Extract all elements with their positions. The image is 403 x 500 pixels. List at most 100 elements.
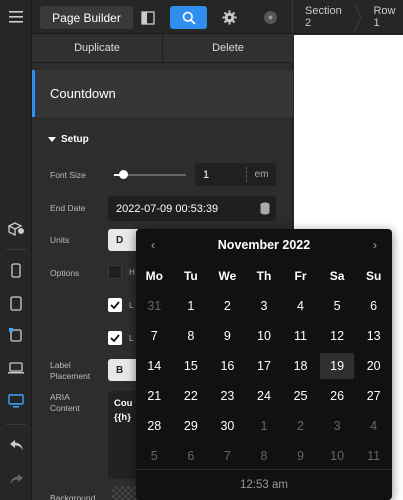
calendar-day-number: 7 [150,329,158,343]
calendar-day-number: 6 [370,299,378,313]
calendar-day[interactable]: 5 [136,441,173,471]
units-label: Units [50,235,70,245]
calendar-day[interactable]: 1 [173,291,210,321]
breadcrumb-row[interactable]: Row 1 [361,0,403,34]
calendar-day[interactable]: 18 [282,351,319,381]
calendar-day[interactable]: 28 [136,411,173,441]
calendar-day[interactable]: 25 [282,381,319,411]
calendar-day[interactable]: 11 [282,321,319,351]
calendar-day[interactable]: 29 [173,411,210,441]
next-month-icon[interactable]: › [368,238,382,252]
calendar-day[interactable]: 3 [246,291,283,321]
search-button[interactable] [170,6,207,29]
font-size-input[interactable]: 1 em [195,163,276,186]
calendar-day[interactable]: 11 [355,441,392,471]
calendar-day-number: 13 [366,329,381,343]
aria-content-textarea[interactable]: Cou {{h} [108,391,138,479]
weekday-label: Th [256,269,272,283]
calendar-day-number: 8 [260,449,268,463]
calendar-day[interactable]: 30 [209,411,246,441]
calendar-day-number: 4 [297,299,304,313]
calendar-day[interactable]: 20 [355,351,392,381]
calendar-day[interactable]: 10 [246,321,283,351]
font-size-slider[interactable] [114,170,186,179]
options-label: Options [50,268,80,278]
units-option-selected[interactable]: D [108,229,138,251]
tablet-rotate-icon[interactable] [0,322,32,348]
label-placement-label: Label Placement [50,360,91,381]
delete-button[interactable]: Delete [162,34,293,62]
plugin-icon[interactable] [258,6,282,29]
background-color-swatch[interactable] [112,486,136,500]
calendar-day[interactable]: 5 [319,291,356,321]
calendar-day[interactable]: 22 [173,381,210,411]
end-date-input[interactable]: 2022-07-09 00:53:39 [108,196,276,221]
calendar-day[interactable]: 2 [209,291,246,321]
calendar-day-number: 21 [147,389,162,403]
breadcrumb-chevron-icon [354,3,362,31]
shapes-add-icon[interactable] [0,215,32,241]
calendar-day[interactable]: 16 [209,351,246,381]
aria-content-line-1: Cou [114,398,133,409]
calendar-week: 31 1 2 3 4 5 6 [136,291,392,321]
calendar-day[interactable]: 8 [173,321,210,351]
menu-icon[interactable] [0,4,32,30]
database-icon[interactable] [260,202,270,215]
label-placement-option-selected[interactable]: B [108,359,138,381]
duplicate-button[interactable]: Duplicate [32,34,162,62]
tablet-icon[interactable] [0,290,32,316]
calendar-day[interactable]: 17 [246,351,283,381]
calendar-day[interactable]: 31 [136,291,173,321]
page-builder-button[interactable]: Page Builder [40,6,133,29]
option-checkbox-1[interactable] [108,265,122,279]
undo-icon[interactable] [0,432,32,458]
calendar-day-number: 19 [320,353,355,379]
calendar-day[interactable]: 14 [136,351,173,381]
calendar-day-number: 10 [257,329,271,343]
calendar-day[interactable]: 6 [173,441,210,471]
phone-icon[interactable] [0,257,32,283]
calendar-day[interactable]: 12 [319,321,356,351]
calendar-day[interactable]: 8 [246,441,283,471]
calendar-day-number: 7 [223,449,231,463]
calendar-day[interactable]: 6 [355,291,392,321]
calendar-day-number: 22 [183,389,198,403]
calendar-day[interactable]: 1 [246,411,283,441]
calendar-day[interactable]: 15 [173,351,210,381]
calendar-day[interactable]: 2 [282,411,319,441]
weekday-label: Sa [329,269,345,283]
calendar-week: 14 15 16 17 18 19 20 [136,351,392,381]
calendar-day[interactable]: 23 [209,381,246,411]
calendar-day[interactable]: 3 [319,411,356,441]
calendar-week: 7 8 9 10 11 12 13 [136,321,392,351]
option-checkbox-3[interactable] [108,331,122,345]
calendar-day[interactable]: 9 [209,321,246,351]
calendar-day[interactable]: 9 [282,441,319,471]
breadcrumb-section[interactable]: Section 2 [293,0,354,34]
gear-icon[interactable] [217,6,241,29]
calendar-day[interactable]: 7 [209,441,246,471]
slider-handle[interactable] [118,170,128,179]
calendar-day-number: 9 [297,449,304,463]
calendar-day[interactable]: 4 [355,411,392,441]
setup-section-toggle[interactable]: Setup [48,134,89,145]
layout-panel-icon[interactable] [136,6,160,29]
calendar-day-number: 5 [150,449,158,463]
desktop-icon[interactable] [0,388,32,414]
weekday-label: Su [365,269,382,283]
picker-time[interactable]: 12:53 am [136,469,392,500]
calendar-day-selected[interactable]: 19 [319,351,356,381]
calendar-day[interactable]: 21 [136,381,173,411]
calendar-day[interactable]: 26 [319,381,356,411]
font-size-unit[interactable]: em [246,167,276,182]
calendar-day[interactable]: 24 [246,381,283,411]
laptop-icon[interactable] [0,355,32,381]
option-checkbox-2[interactable] [108,298,122,312]
calendar-day-number: 23 [220,389,235,403]
calendar-day[interactable]: 7 [136,321,173,351]
calendar-day[interactable]: 4 [282,291,319,321]
calendar-day[interactable]: 10 [319,441,356,471]
calendar-day[interactable]: 27 [355,381,392,411]
calendar-day[interactable]: 13 [355,321,392,351]
redo-icon[interactable] [0,466,32,492]
